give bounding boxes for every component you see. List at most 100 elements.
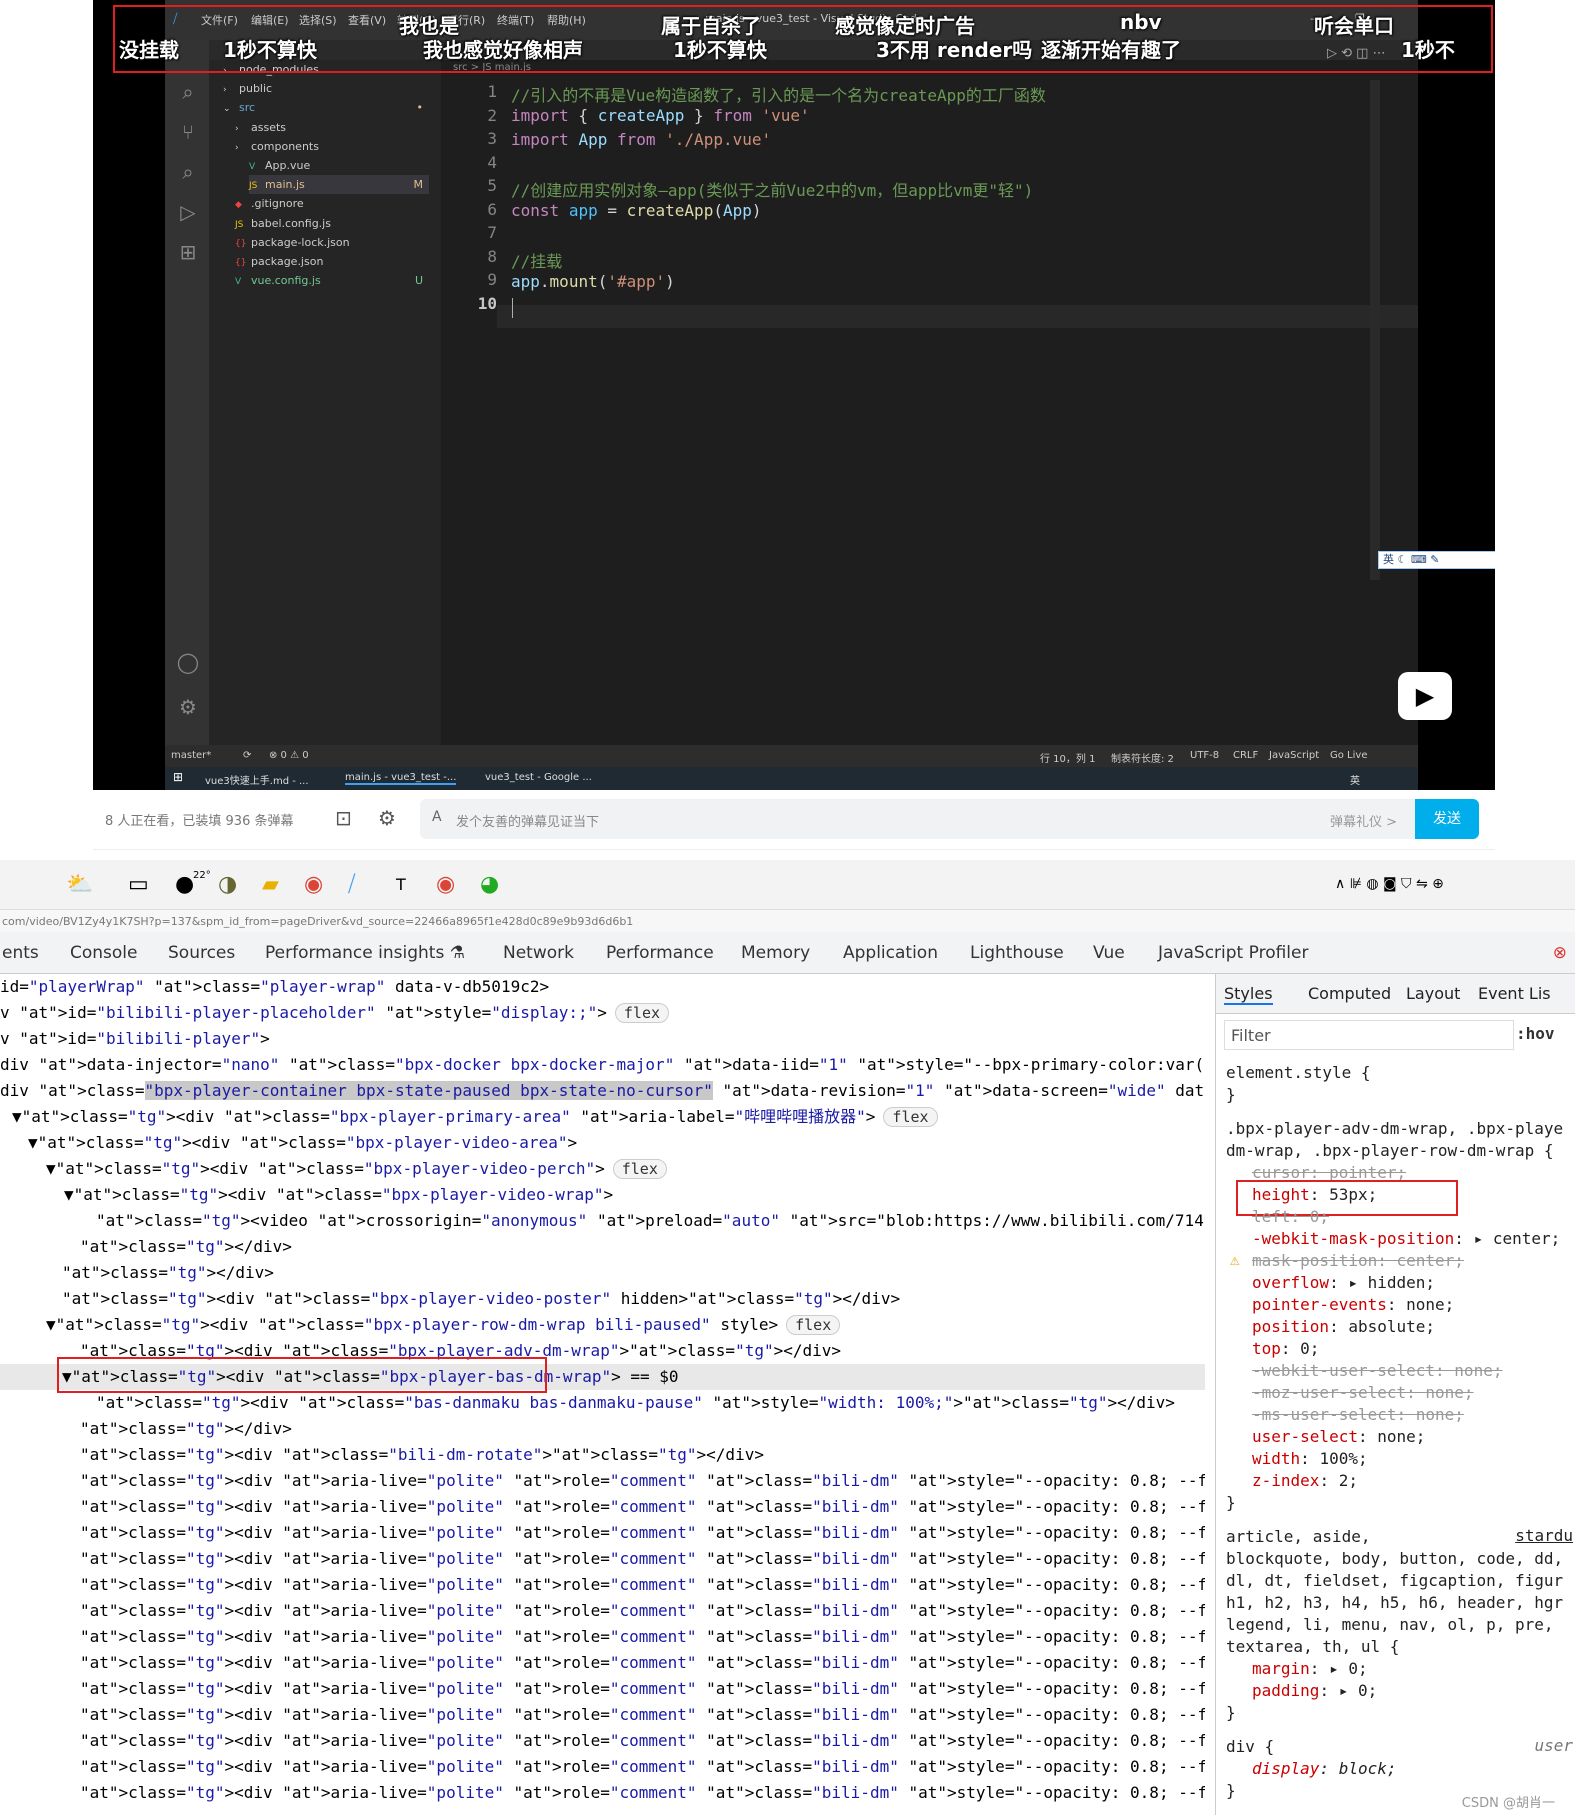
comment-dm-row[interactable]: "at">class="tg"><div "at">aria-live="pol…: [0, 1520, 1205, 1546]
dom-node-row[interactable]: div "at">data-injector="nano" "at">class…: [0, 1052, 1205, 1078]
styles-tab[interactable]: Event Lis: [1478, 984, 1551, 1003]
css-declaration[interactable]: z-index: 2;: [1252, 1470, 1358, 1492]
devtools-tab[interactable]: Performance: [606, 943, 714, 963]
ime-toolbar[interactable]: 英 ☾ ⌨ ✎: [1378, 551, 1495, 569]
ime-indicator[interactable]: 英: [1350, 772, 1360, 787]
css-declaration[interactable]: user-select: none;: [1252, 1426, 1425, 1448]
firefox-icon[interactable]: ●: [175, 872, 194, 897]
filter-input[interactable]: Filter: [1224, 1020, 1514, 1050]
devtools-tab[interactable]: Sources: [168, 943, 235, 963]
comment-dm-row[interactable]: "at">class="tg"><div "at">aria-live="pol…: [0, 1650, 1205, 1676]
css-declaration[interactable]: position: absolute;: [1252, 1316, 1435, 1338]
comment-dm-row[interactable]: "at">class="tg"><div "at">aria-live="pol…: [0, 1598, 1205, 1624]
comment-dm-row[interactable]: "at">class="tg"><div "at">aria-live="pol…: [0, 1728, 1205, 1754]
eol[interactable]: CRLF: [1233, 750, 1258, 761]
comment-dm-row[interactable]: "at">class="tg"><div "at">aria-live="pol…: [0, 1546, 1205, 1572]
explorer-item[interactable]: ◆ .gitignore: [235, 194, 429, 213]
dom-node-row[interactable]: ▼"at">class="tg"><div "at">class="bpx-pl…: [0, 1182, 1205, 1208]
dom-node-row[interactable]: v "at">id="bilibili-player-placeholder" …: [0, 1000, 1205, 1026]
chrome-icon[interactable]: ◉: [436, 872, 455, 897]
gear-icon[interactable]: ⚙: [176, 695, 200, 719]
css-declaration[interactable]: top: 0;: [1252, 1338, 1319, 1360]
explorer-item[interactable]: {} package-lock.json: [235, 233, 429, 252]
go-live-button[interactable]: Go Live: [1330, 750, 1367, 761]
windows-icon[interactable]: ⊞: [173, 770, 183, 784]
devtools-tab[interactable]: Performance insights ⚗: [265, 943, 465, 963]
font-icon[interactable]: A: [432, 809, 442, 825]
explorer-item[interactable]: {} package.json: [235, 252, 429, 271]
css-declaration[interactable]: pointer-events: none;: [1252, 1294, 1454, 1316]
task-item-vscode[interactable]: main.js - vue3_test -...: [345, 772, 457, 785]
task-item-chrome[interactable]: vue3_test - Google ...: [485, 772, 592, 783]
dom-node-row[interactable]: "at">class="tg"><div "at">class="bili-dm…: [0, 1442, 1205, 1468]
address-bar[interactable]: com/video/BV1Zy4y1K7SH?p=137&spm_id_from…: [0, 910, 1575, 932]
dom-node-row[interactable]: "at">class="tg"><div "at">class="bas-dan…: [0, 1390, 1205, 1416]
code-editor[interactable]: src > JS main.js 1 2 3 4 5 6 7 8 9 10 //引入的不再是Vue…: [441, 60, 1418, 745]
css-declaration[interactable]: -moz-user-select: none;: [1252, 1382, 1474, 1404]
devtools-tab[interactable]: ents: [2, 943, 39, 963]
explorer-item[interactable]: JS main.js M: [249, 175, 429, 195]
etiquette-link[interactable]: 弹幕礼仪 >: [1330, 811, 1397, 830]
explorer-item[interactable]: › public: [223, 79, 429, 98]
folder-icon[interactable]: ▰: [262, 872, 279, 897]
debug-icon[interactable]: ▷: [176, 200, 200, 224]
comment-dm-row[interactable]: "at">class="tg"><div "at">aria-live="pol…: [0, 1780, 1205, 1806]
flex-badge[interactable]: flex: [786, 1315, 841, 1335]
css-declaration[interactable]: padding: ▸ 0;: [1252, 1680, 1377, 1702]
dom-node-row[interactable]: "at">class="tg"></div>: [0, 1260, 1205, 1286]
explorer-item[interactable]: › components: [235, 137, 429, 156]
explorer-item[interactable]: ⌄ src •: [223, 98, 429, 117]
css-declaration[interactable]: mask-position: center;: [1252, 1250, 1464, 1272]
dom-node-row[interactable]: v "at">id="bilibili-player">: [0, 1026, 1205, 1052]
tab-size[interactable]: 制表符长度: 2: [1111, 750, 1174, 765]
css-declaration[interactable]: -webkit-mask-position: ▸ center;: [1252, 1228, 1560, 1250]
dom-node-row[interactable]: ▼"at">class="tg"><div "at">class="bpx-pl…: [0, 1312, 1205, 1338]
danmaku-input[interactable]: A 发个友善的弹幕见证当下 弹幕礼仪 >: [420, 799, 1468, 839]
cursor-position[interactable]: 行 10，列 1: [1040, 750, 1095, 765]
devtools-tab[interactable]: Lighthouse: [970, 943, 1064, 963]
rule-source[interactable]: stardu: [1515, 1526, 1573, 1545]
search-icon[interactable]: ⌕: [176, 80, 200, 104]
comment-dm-row[interactable]: "at">class="tg"><div "at">aria-live="pol…: [0, 1754, 1205, 1780]
css-declaration[interactable]: overflow: ▸ hidden;: [1252, 1272, 1435, 1294]
css-declaration[interactable]: -webkit-user-select: none;: [1252, 1360, 1502, 1382]
css-declaration[interactable]: height: 53px;: [1236, 1180, 1458, 1216]
branch-indicator[interactable]: master*: [171, 750, 211, 761]
comment-dm-row[interactable]: "at">class="tg"><div "at">aria-live="pol…: [0, 1494, 1205, 1520]
danmaku-toggle-icon[interactable]: ⊡: [335, 806, 352, 830]
desktop-icon[interactable]: ▭: [128, 872, 149, 897]
explorer-item[interactable]: V App.vue: [249, 156, 429, 175]
flex-badge[interactable]: flex: [883, 1107, 938, 1127]
vscode-icon[interactable]: ⧸: [348, 872, 355, 897]
dom-node-row[interactable]: "at">class="tg"><div "at">class="bpx-pla…: [0, 1286, 1205, 1312]
scrollbar[interactable]: [1370, 80, 1380, 580]
danmaku-settings-icon[interactable]: ⚙: [378, 806, 396, 830]
comment-dm-row[interactable]: "at">class="tg"><div "at">aria-live="pol…: [0, 1624, 1205, 1650]
weather-icon[interactable]: ⛅: [66, 872, 93, 897]
dom-node-row[interactable]: "at">class="tg"><video "at">crossorigin=…: [0, 1208, 1205, 1234]
css-declaration[interactable]: width: 100%;: [1252, 1448, 1368, 1470]
comment-dm-row[interactable]: "at">class="tg"><div "at">aria-live="pol…: [0, 1702, 1205, 1728]
play-button[interactable]: ▶: [1398, 672, 1452, 720]
styles-tab[interactable]: Styles: [1224, 984, 1273, 1005]
explorer-item[interactable]: JS babel.config.js: [235, 214, 429, 233]
account-icon[interactable]: ◯: [176, 650, 200, 674]
devtools-tab[interactable]: Application: [843, 943, 938, 963]
dom-node-row[interactable]: ▼"at">class="tg"><div "at">class="bpx-pl…: [0, 1156, 1205, 1182]
dom-node-row[interactable]: id="playerWrap" "at">class="player-wrap"…: [0, 974, 1205, 1000]
app-icon[interactable]: ◑: [218, 872, 237, 897]
elements-tree[interactable]: id="playerWrap" "at">class="player-wrap"…: [0, 974, 1205, 1815]
language-mode[interactable]: JavaScript: [1269, 750, 1319, 761]
explorer-item[interactable]: › assets: [235, 118, 429, 137]
dom-node-row[interactable]: div "at">class="bpx-player-container bpx…: [0, 1078, 1205, 1104]
dom-node-row[interactable]: "at">class="tg"></div>: [0, 1234, 1205, 1260]
typora-icon[interactable]: T: [396, 875, 406, 894]
search-icon[interactable]: ⌕: [176, 160, 200, 184]
devtools-tab[interactable]: Memory: [741, 943, 810, 963]
source-control-icon[interactable]: ⑂: [176, 120, 200, 144]
sync-icon[interactable]: ⟳: [243, 750, 251, 761]
styles-tab[interactable]: Computed: [1308, 984, 1391, 1003]
flex-badge[interactable]: flex: [612, 1159, 667, 1179]
dom-node-row[interactable]: ▼"at">class="tg"><div "at">class="bpx-pl…: [0, 1130, 1205, 1156]
comment-dm-row[interactable]: "at">class="tg"><div "at">aria-live="pol…: [0, 1676, 1205, 1702]
